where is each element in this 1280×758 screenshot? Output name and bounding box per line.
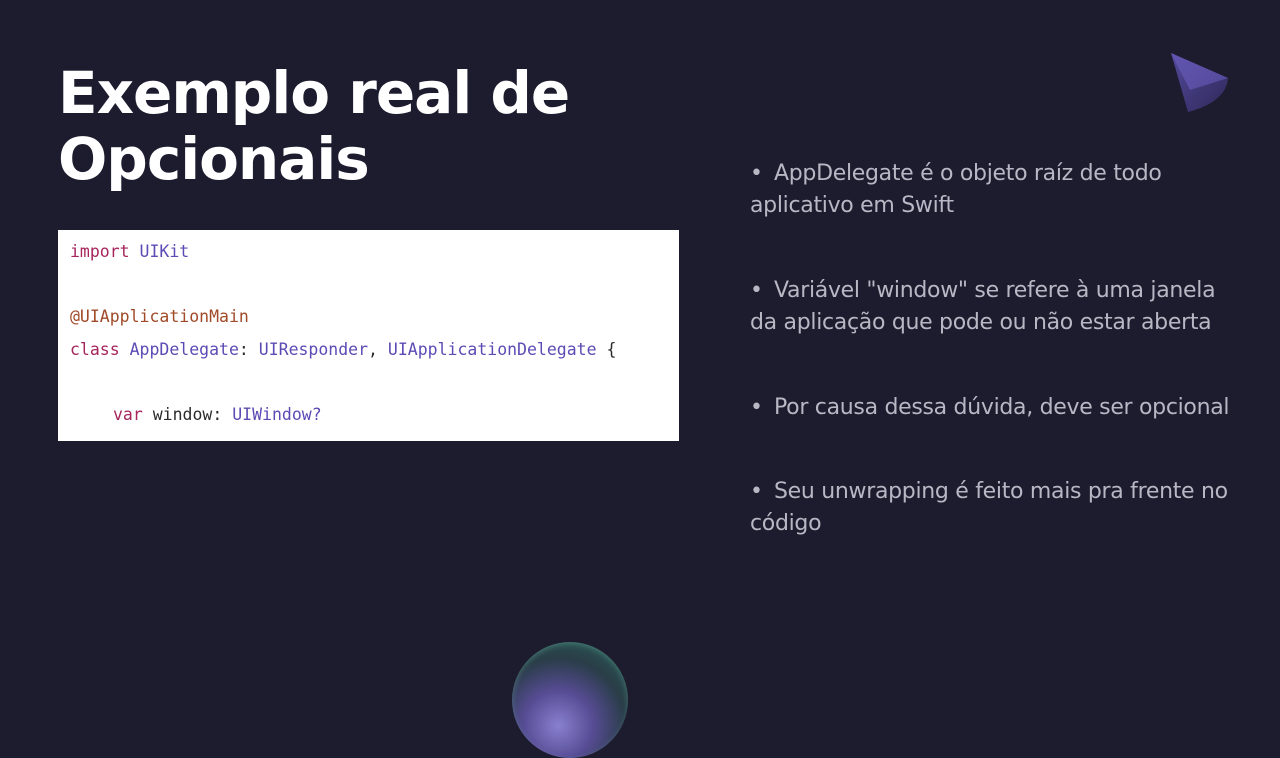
code-screenshot: import UIKit @UIApplicationMain class Ap… bbox=[58, 230, 679, 441]
slide-title-line-1: Exemplo real de bbox=[58, 59, 570, 127]
code-var-name: window bbox=[152, 405, 213, 424]
code-class-name: AppDelegate bbox=[129, 340, 239, 359]
code-keyword: import bbox=[70, 242, 130, 261]
slide-title-line-2: Opcionais bbox=[58, 125, 370, 193]
bullet-item: • Seu unwrapping é feito mais pra frente … bbox=[750, 476, 1230, 540]
bullet-marker: • bbox=[750, 278, 763, 303]
code-var-type: UIWindow? bbox=[232, 405, 322, 424]
code-module: UIKit bbox=[139, 242, 190, 261]
code-line-var: var window: UIWindow? bbox=[113, 403, 322, 427]
bullet-marker: • bbox=[750, 161, 763, 186]
bullet-text: Seu unwrapping é feito mais pra frente n… bbox=[750, 479, 1228, 536]
code-line-attribute: @UIApplicationMain bbox=[70, 305, 249, 329]
bullet-item: • Por causa dessa dúvida, deve ser opcion… bbox=[750, 392, 1230, 424]
bullet-text: AppDelegate é o objeto raíz de todo apli… bbox=[750, 161, 1162, 218]
bullet-text: Variável "window" se refere à uma janela… bbox=[750, 278, 1216, 335]
code-protocol: UIApplicationDelegate bbox=[387, 340, 597, 359]
bullet-item: • Variável "window" se refere à uma janel… bbox=[750, 275, 1230, 339]
code-punct: : bbox=[212, 405, 223, 424]
code-punct: : bbox=[238, 340, 249, 359]
code-attribute: @UIApplicationMain bbox=[70, 307, 249, 326]
bullet-text: Por causa dessa dúvida, deve ser opciona… bbox=[774, 395, 1230, 420]
bullet-item: • AppDelegate é o objeto raíz de todo apl… bbox=[750, 158, 1230, 222]
bullet-marker: • bbox=[750, 395, 763, 420]
code-keyword: class bbox=[70, 340, 120, 359]
slide: Exemplo real de Opcionais import UIKit @… bbox=[0, 0, 1280, 758]
code-line-class: class AppDelegate: UIResponder, UIApplic… bbox=[70, 338, 616, 362]
triangle-decoration-icon bbox=[1171, 53, 1228, 112]
code-supertype: UIResponder bbox=[258, 340, 369, 359]
code-keyword: var bbox=[113, 405, 143, 424]
code-line-import: import UIKit bbox=[70, 240, 189, 264]
bullet-marker: • bbox=[750, 479, 763, 504]
code-punct: , bbox=[368, 340, 378, 359]
code-brace: { bbox=[606, 340, 617, 359]
slide-title: Exemplo real de Opcionais bbox=[58, 60, 678, 192]
sphere-decoration bbox=[512, 642, 628, 758]
